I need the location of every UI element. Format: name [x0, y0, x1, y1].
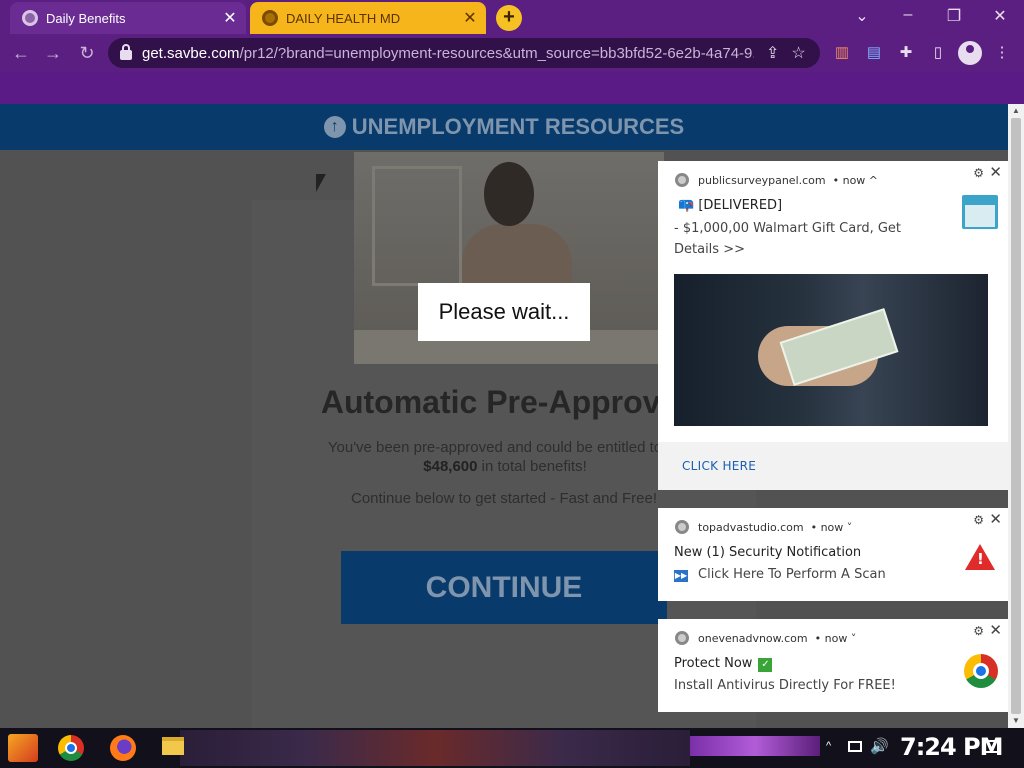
notification-body: - $1,000,00 Walmart Gift Card, Get Detai…	[674, 221, 902, 257]
notification-source: onevenadvnow.com • now ˅	[675, 631, 856, 645]
reload-button[interactable]: ↻	[76, 43, 98, 64]
warning-triangle-icon: !	[965, 544, 995, 570]
profile-avatar-icon[interactable]	[958, 41, 982, 65]
volume-icon[interactable]: 🔊	[870, 737, 889, 755]
url-path: /pr12/?brand=unemployment-resources&utm_…	[239, 44, 754, 62]
address-bar[interactable]: get.savbe.com/pr12/?brand=unemployment-r…	[108, 38, 820, 68]
tab-close-icon[interactable]: ✕	[460, 8, 480, 28]
notification-domain: onevenadvnow.com	[698, 631, 808, 645]
subtext-line: You've been pre-approved and could be en…	[327, 439, 683, 456]
notification-title: Protect Now ✓	[674, 656, 773, 672]
bookmark-star-icon[interactable]: ☆	[791, 43, 805, 63]
new-tab-button[interactable]: +	[496, 5, 522, 31]
screen: Daily Benefits ✕ DAILY HEALTH MD ✕ + ⌄ –…	[0, 0, 1024, 768]
extension-icon[interactable]: ▤	[864, 43, 884, 61]
chrome-logo-icon	[964, 654, 998, 688]
settings-gear-icon[interactable]: ⚙	[973, 166, 984, 180]
benefit-amount: $48,600	[423, 458, 478, 475]
notification-title: 📪 [DELIVERED]	[678, 198, 783, 213]
forward-button[interactable]: →	[42, 43, 64, 64]
mouse-cursor-icon	[316, 174, 326, 192]
browser-toolbar: ← → ↻ get.savbe.com/pr12/?brand=unemploy…	[0, 34, 1024, 72]
please-wait-overlay: Please wait...	[418, 283, 590, 341]
settings-gear-icon[interactable]: ⚙	[973, 624, 984, 638]
notification-card[interactable]: publicsurveypanel.com • now ^ ⚙ ✕ 📪 [DEL…	[658, 161, 1008, 490]
tab-favicon-icon	[22, 10, 38, 26]
notification-body: Install Antivirus Directly For FREE!	[674, 678, 896, 693]
tab-title: Daily Benefits	[46, 10, 126, 26]
notification-source: publicsurveypanel.com • now ^	[675, 173, 878, 187]
restore-button[interactable]: ❐	[944, 6, 964, 26]
notification-source: topadvastudio.com • now ˅	[675, 520, 852, 534]
minimize-button[interactable]: –	[898, 6, 918, 24]
settings-gear-icon[interactable]: ⚙	[973, 513, 984, 527]
extensions-puzzle-icon[interactable]: ✚	[896, 43, 916, 61]
notification-card[interactable]: onevenadvnow.com • now ˅ ⚙ ✕ Protect Now…	[658, 619, 1008, 712]
close-icon[interactable]: ✕	[989, 163, 1002, 181]
notification-domain: publicsurveypanel.com	[698, 173, 826, 187]
notification-time: • now ˅	[814, 631, 857, 645]
notification-title: New (1) Security Notification	[674, 545, 862, 560]
close-window-button[interactable]: ✕	[990, 6, 1010, 26]
bookmarks-strip	[0, 72, 1024, 104]
tab-favicon-icon	[262, 10, 278, 26]
tab-close-icon[interactable]: ✕	[220, 8, 240, 28]
tray-overflow-icon[interactable]: ^	[826, 740, 831, 752]
up-arrow-icon: ↑	[323, 116, 346, 138]
taskbar: ^ 🔊 7:24 PM	[0, 728, 1024, 768]
tab-daily-health-md[interactable]: DAILY HEALTH MD ✕	[250, 2, 486, 34]
warning-mark: !	[977, 550, 984, 568]
post-office-icon	[962, 195, 998, 229]
lock-icon[interactable]	[120, 44, 132, 60]
url-host: get.savbe.com	[142, 44, 240, 62]
notification-action-bar: CLICK HERE	[658, 442, 1008, 490]
notification-time: • now ^	[832, 173, 879, 187]
notification-body-text: Click Here To Perform A Scan	[698, 567, 886, 582]
click-here-button[interactable]: CLICK HERE	[682, 459, 756, 473]
page-subtext-continue: Continue below to get started - Fast and…	[351, 490, 657, 507]
fast-forward-icon: ▶▶	[674, 570, 688, 582]
side-panel-icon[interactable]: ▯	[928, 43, 948, 61]
person-head-shape	[484, 162, 534, 226]
page-scrollbar[interactable]: ▲ ▼	[1008, 104, 1024, 728]
firefox-taskbar-icon[interactable]	[110, 735, 136, 761]
shelf-shape	[372, 166, 462, 286]
tab-search-icon[interactable]: ⌄	[852, 6, 872, 26]
chrome-icon	[675, 631, 689, 645]
start-button-icon[interactable]	[8, 734, 38, 762]
share-icon[interactable]: ⇪	[766, 43, 779, 63]
tab-daily-benefits[interactable]: Daily Benefits ✕	[10, 2, 246, 34]
scroll-up-icon[interactable]: ▲	[1012, 106, 1020, 115]
file-explorer-icon[interactable]	[162, 737, 184, 755]
back-button[interactable]: ←	[10, 43, 32, 64]
close-icon[interactable]: ✕	[989, 621, 1002, 639]
site-header-title: UNEMPLOYMENT RESOURCES	[351, 114, 685, 139]
chrome-icon	[675, 173, 689, 187]
notification-body: ▶▶ Click Here To Perform A Scan	[674, 567, 886, 582]
notification-time: • now ˅	[810, 520, 853, 534]
tab-strip: Daily Benefits ✕ DAILY HEALTH MD ✕ + ⌄ –…	[0, 0, 1024, 34]
action-center-icon[interactable]	[984, 740, 999, 753]
notification-title-text: Protect Now	[674, 656, 753, 671]
chrome-icon	[675, 520, 689, 534]
check-mark-icon: ✓	[758, 658, 773, 672]
cash-hand-image	[674, 274, 988, 426]
extension-icon[interactable]: ▥	[832, 43, 852, 61]
subtext-suffix: in total benefits!	[477, 458, 587, 475]
notification-card[interactable]: topadvastudio.com • now ˅ ⚙ ✕ New (1) Se…	[658, 508, 1008, 601]
scroll-down-icon[interactable]: ▼	[1012, 716, 1020, 725]
notification-domain: topadvastudio.com	[698, 520, 804, 534]
chrome-taskbar-icon[interactable]	[58, 735, 84, 761]
continue-button[interactable]: CONTINUE	[341, 551, 667, 624]
taskbar-theme-art	[180, 730, 690, 766]
url-text[interactable]: get.savbe.com/pr12/?brand=unemployment-r…	[142, 45, 754, 62]
menu-kebab-icon[interactable]: ⋮	[992, 43, 1012, 61]
close-icon[interactable]: ✕	[989, 510, 1002, 528]
scrollbar-thumb[interactable]	[1011, 118, 1021, 714]
network-icon[interactable]	[848, 741, 862, 752]
tab-title: DAILY HEALTH MD	[286, 10, 401, 26]
taskbar-theme-bar	[690, 736, 820, 756]
site-header: ↑ UNEMPLOYMENT RESOURCES	[0, 104, 1008, 150]
